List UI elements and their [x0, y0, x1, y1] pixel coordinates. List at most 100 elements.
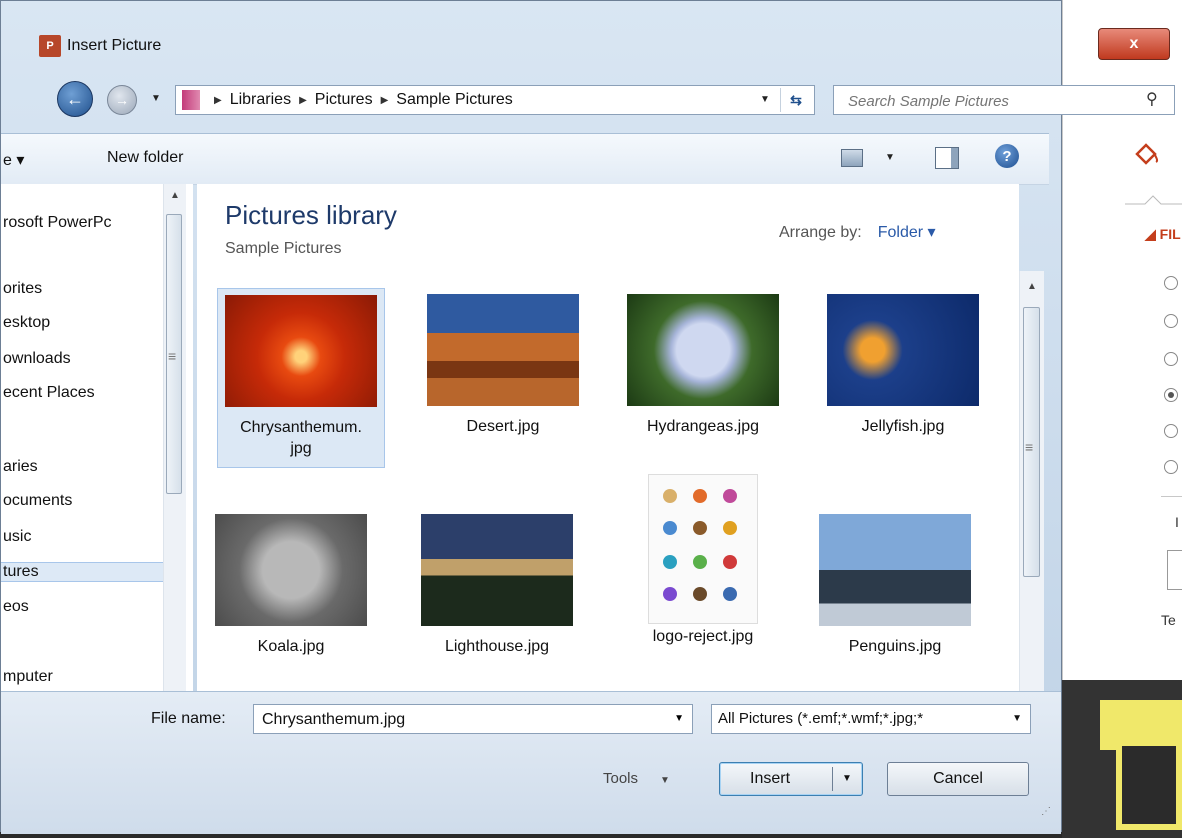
- command-bar: e ▾ New folder ▼ ?: [1, 133, 1049, 185]
- fill-option-radio[interactable]: [1164, 424, 1178, 438]
- library-icon: [182, 90, 200, 110]
- library-title: Pictures library: [225, 200, 397, 230]
- address-dropdown-icon[interactable]: ▼: [760, 94, 770, 105]
- sidebar-item[interactable]: aries: [3, 458, 38, 476]
- forward-button[interactable]: →: [107, 85, 137, 115]
- organize-button[interactable]: e ▾: [3, 150, 24, 170]
- fill-option-radio[interactable]: [1164, 276, 1178, 290]
- tools-button[interactable]: Tools ▼: [603, 770, 670, 787]
- file-item-penguins[interactable]: Penguins.jpg: [811, 514, 979, 657]
- file-item-desert[interactable]: Desert.jpg: [419, 294, 587, 437]
- resize-grip-icon[interactable]: ⋰: [1041, 806, 1051, 817]
- file-item-logo-reject[interactable]: logo-reject.jpg: [619, 474, 787, 647]
- preview-pane-icon[interactable]: [935, 147, 959, 169]
- pane-divider: [1161, 496, 1182, 497]
- window-title: Insert Picture: [67, 37, 162, 54]
- file-name-label: Desert.jpg: [466, 418, 540, 435]
- back-button[interactable]: ←: [57, 81, 93, 117]
- sidebar-item[interactable]: tures: [1, 562, 163, 582]
- arrange-by-dropdown[interactable]: Folder ▾: [878, 224, 936, 241]
- help-icon[interactable]: ?: [995, 144, 1019, 168]
- sidebar-item[interactable]: ocuments: [3, 492, 72, 510]
- search-icon[interactable]: ⚲: [1146, 89, 1158, 109]
- cancel-button[interactable]: Cancel: [887, 762, 1029, 796]
- file-name-dropdown-icon[interactable]: ▼: [674, 713, 684, 724]
- sidebar-item[interactable]: ecent Places: [3, 384, 95, 402]
- fill-option-radio[interactable]: [1164, 314, 1178, 328]
- scroll-up-icon[interactable]: ▲: [170, 190, 180, 201]
- search-input[interactable]: [846, 90, 1130, 112]
- view-dropdown-icon[interactable]: ▼: [885, 152, 895, 163]
- sidebar-item[interactable]: usic: [3, 528, 31, 546]
- file-name-label: Penguins.jpg: [848, 638, 942, 655]
- fill-option-radio[interactable]: [1164, 460, 1178, 474]
- sidebar-item[interactable]: eos: [3, 598, 29, 616]
- breadcrumb-sample-pictures[interactable]: Sample Pictures: [396, 91, 513, 109]
- insert-button[interactable]: Insert ▼: [719, 762, 863, 796]
- navigation-scrollbar[interactable]: ▲ ≡: [163, 184, 186, 691]
- breadcrumb-pictures[interactable]: Pictures: [315, 91, 373, 109]
- slide-shape: [1116, 740, 1182, 830]
- history-dropdown-icon[interactable]: ▼: [151, 93, 161, 104]
- file-item-koala[interactable]: Koala.jpg: [207, 514, 375, 657]
- change-view-icon[interactable]: [841, 149, 863, 167]
- breadcrumb-libraries[interactable]: Libraries: [230, 91, 291, 109]
- thumbnail-image: [827, 294, 979, 406]
- tools-label: Tools: [603, 770, 639, 787]
- close-button[interactable]: x: [1098, 28, 1170, 60]
- content-scrollbar[interactable]: ▲ ≡: [1019, 271, 1044, 691]
- sidebar-item[interactable]: rosoft PowerPc: [3, 214, 111, 232]
- thumbnail-image: [215, 514, 367, 626]
- file-name-input[interactable]: [260, 709, 664, 731]
- library-subtitle: Sample Pictures: [225, 240, 342, 257]
- file-name-field[interactable]: ▼: [253, 704, 693, 734]
- thumbnail-image: [421, 514, 573, 626]
- pane-label: I: [1175, 514, 1179, 530]
- arrange-by-label: Arrange by:: [779, 224, 862, 241]
- chevron-down-icon[interactable]: ▼: [1012, 713, 1022, 724]
- thumbnail-image: [427, 294, 579, 406]
- scroll-up-icon[interactable]: ▲: [1027, 281, 1037, 292]
- insert-options-dropdown-icon[interactable]: ▼: [842, 773, 852, 784]
- file-name-label: Lighthouse.jpg: [444, 638, 550, 655]
- refresh-button[interactable]: ⇆: [780, 88, 811, 112]
- dialog-footer: File name: ▼ All Pictures (*.emf;*.wmf;*…: [1, 691, 1061, 834]
- scroll-grip-icon: ≡: [168, 348, 177, 364]
- new-folder-button[interactable]: New folder: [107, 149, 183, 167]
- fill-section-header[interactable]: ◢ FIL: [1145, 226, 1181, 243]
- pane-label: Te: [1161, 612, 1176, 628]
- file-name-label: Koala.jpg: [257, 638, 325, 655]
- fill-option-radio[interactable]: [1164, 352, 1178, 366]
- file-name-label: Chrysanthemum. jpg: [240, 419, 362, 457]
- chevron-right-icon[interactable]: ▶: [381, 95, 389, 106]
- insert-label: Insert: [750, 770, 791, 787]
- arrange-by: Arrange by: Folder ▾: [779, 222, 936, 242]
- section-separator: [1125, 195, 1182, 205]
- chevron-down-icon[interactable]: ▼: [660, 775, 670, 786]
- chevron-right-icon: ▶: [214, 94, 222, 106]
- thumbnail-image: [819, 514, 971, 626]
- title-bar[interactable]: P Insert Picture: [1, 1, 1061, 81]
- search-box[interactable]: ⚲: [833, 85, 1175, 115]
- sidebar-item[interactable]: ownloads: [3, 350, 71, 368]
- breadcrumb: ▶ Libraries ▶ Pictures ▶ Sample Pictures: [214, 91, 513, 109]
- paint-bucket-icon[interactable]: [1131, 140, 1161, 170]
- address-bar[interactable]: ▶ Libraries ▶ Pictures ▶ Sample Pictures…: [175, 85, 815, 115]
- file-type-select[interactable]: All Pictures (*.emf;*.wmf;*.jpg;* ▼: [711, 704, 1031, 734]
- thumbnail-image: [648, 474, 758, 624]
- sidebar-item[interactable]: mputer: [3, 668, 53, 686]
- file-name-label: logo-reject.jpg: [652, 628, 754, 645]
- thumbnail-image: [225, 295, 377, 407]
- file-item-hydrangeas[interactable]: Hydrangeas.jpg: [619, 294, 787, 437]
- powerpoint-icon: P: [39, 35, 61, 57]
- fill-option-radio-selected[interactable]: [1164, 388, 1178, 402]
- file-item-chrysanthemum[interactable]: Chrysanthemum. jpg: [217, 288, 385, 468]
- file-name-label: File name:: [151, 710, 226, 727]
- sidebar-item[interactable]: esktop: [3, 314, 50, 332]
- file-name-label: Jellyfish.jpg: [861, 418, 945, 435]
- sidebar-item[interactable]: orites: [3, 280, 42, 298]
- chevron-right-icon[interactable]: ▶: [299, 95, 307, 106]
- file-item-jellyfish[interactable]: Jellyfish.jpg: [819, 294, 987, 437]
- file-item-lighthouse[interactable]: Lighthouse.jpg: [413, 514, 581, 657]
- pane-field[interactable]: [1167, 550, 1182, 590]
